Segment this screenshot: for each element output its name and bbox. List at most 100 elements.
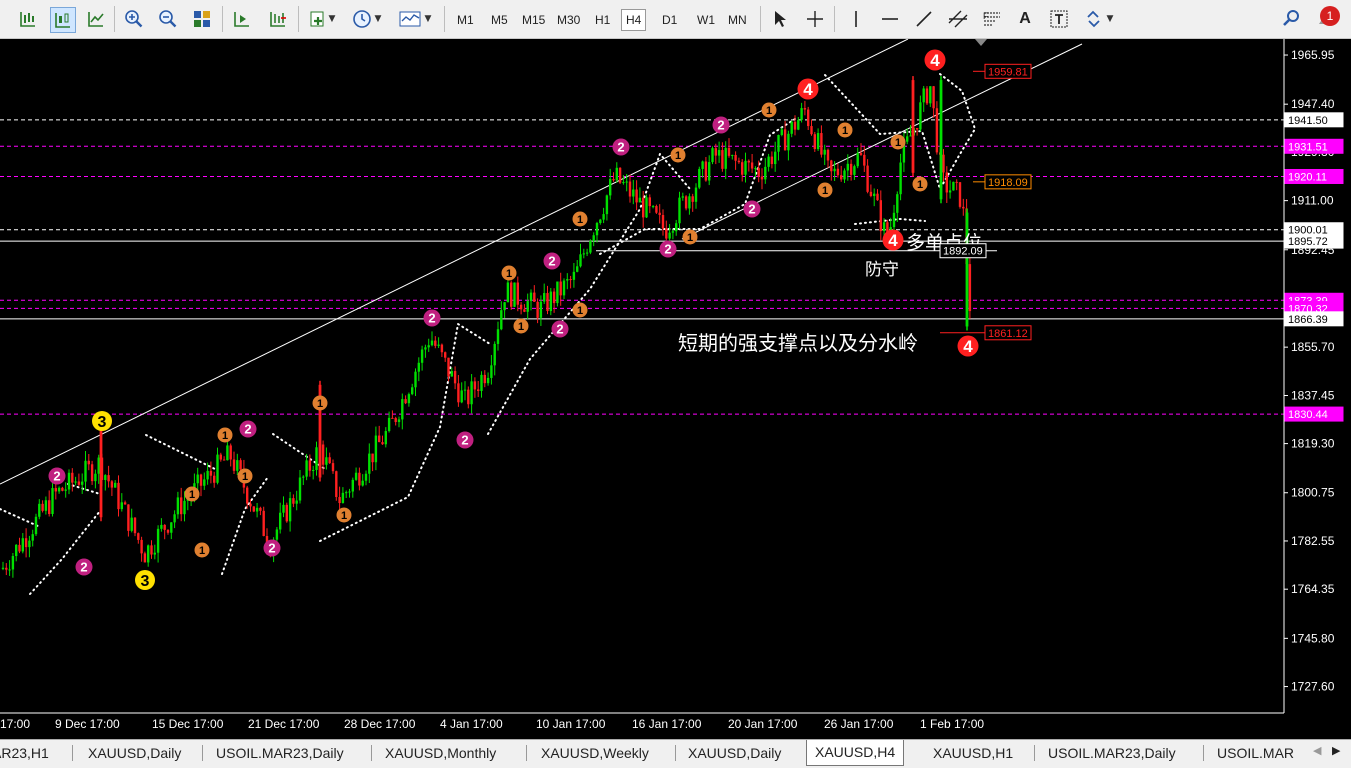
wave-count-marker[interactable]: 2 [239, 420, 257, 438]
wave-count-marker[interactable]: 2 [456, 431, 474, 449]
search-icon[interactable] [1279, 7, 1303, 31]
price-label[interactable]: 1861.12 [984, 325, 1032, 341]
text-label-icon[interactable] [1047, 7, 1071, 31]
tab-xauusd-daily-2[interactable]: XAUUSD,Daily [688, 742, 781, 764]
tab-usoil-partial[interactable]: USOIL.MAR [1217, 742, 1303, 764]
wave-marker-label: 1 [687, 232, 693, 244]
wave-count-marker[interactable]: 1 [837, 122, 853, 138]
tab-scroll-right-icon[interactable]: ▶ [1332, 744, 1340, 757]
price-chart[interactable]: 33222222222222111111111111111114444 多单点位… [0, 39, 1351, 739]
wave-count-marker[interactable]: 1 [761, 102, 777, 118]
wave-count-marker[interactable]: 1 [572, 211, 588, 227]
wave-count-marker[interactable]: 1 [682, 229, 698, 245]
tab-xauusd-h1[interactable]: XAUUSD,H1 [933, 742, 1013, 764]
price-axis-label: 1855.70 [1291, 340, 1335, 354]
support-annotation[interactable]: 短期的强支撑点以及分水岭 [678, 331, 918, 355]
fibonacci-icon[interactable]: F [980, 7, 1004, 31]
wave-count-marker[interactable]: 1 [513, 318, 529, 334]
wave-count-marker[interactable]: 3 [92, 411, 112, 431]
autoscroll-icon[interactable] [266, 7, 290, 31]
chevron-down-icon[interactable]: ▼ [422, 7, 434, 31]
crosshair-icon[interactable] [803, 7, 827, 31]
tab-xauusd-weekly[interactable]: XAUUSD,Weekly [541, 742, 649, 764]
templates-icon[interactable] [398, 7, 422, 31]
wave-count-marker[interactable]: 4 [957, 335, 979, 357]
wave-count-marker[interactable]: 2 [659, 240, 677, 258]
candle-body [793, 121, 797, 130]
timeframe-mn[interactable]: MN [728, 12, 747, 28]
price-label[interactable]: 1931.51 [1284, 138, 1344, 154]
wave-count-marker[interactable]: 1 [670, 147, 686, 163]
wave-count-marker[interactable]: 1 [184, 486, 200, 502]
wave-count-marker[interactable]: 2 [75, 558, 93, 576]
wave-count-marker[interactable]: 2 [612, 138, 630, 156]
wave-count-marker[interactable]: 2 [743, 200, 761, 218]
candle-body [170, 522, 173, 533]
cursor-arrow-icon[interactable] [768, 7, 792, 31]
text-tool-icon[interactable]: A [1013, 7, 1037, 31]
price-label[interactable]: 1895.72 [1284, 233, 1344, 249]
notification-badge[interactable]: 1 [1320, 6, 1340, 26]
zoom-out-icon[interactable] [156, 7, 180, 31]
wave-count-marker[interactable]: 4 [797, 78, 819, 100]
wave-count-marker[interactable]: 1 [312, 395, 328, 411]
tab-xauusd-h4[interactable]: XAUUSD,H4 [806, 740, 905, 766]
price-label[interactable]: 1941.50 [1284, 112, 1344, 128]
tab-usoil-daily[interactable]: USOIL.MAR23,Daily [216, 742, 344, 764]
tab-scroll-left-icon[interactable]: ◀ [1313, 744, 1321, 757]
price-label[interactable]: 1918.09 [984, 174, 1032, 190]
price-label[interactable]: 1830.44 [1284, 406, 1344, 422]
tab-xauusd-monthly[interactable]: XAUUSD,Monthly [385, 742, 496, 764]
chevron-down-icon[interactable]: ▼ [1104, 7, 1116, 31]
tile-windows-icon[interactable] [190, 7, 214, 31]
chart-shift-icon[interactable] [230, 7, 254, 31]
wave-count-marker[interactable]: 1 [890, 134, 906, 150]
timeframe-m15[interactable]: M15 [522, 12, 545, 28]
price-label[interactable]: 1959.81 [984, 63, 1032, 79]
candlestick-chart-icon[interactable] [50, 7, 76, 33]
price-label[interactable]: 1866.39 [1284, 311, 1344, 327]
periods-clock-icon[interactable] [350, 7, 374, 31]
chevron-down-icon[interactable]: ▼ [372, 7, 384, 31]
line-chart-icon[interactable] [84, 7, 108, 31]
wave-count-marker[interactable]: 1 [194, 542, 210, 558]
bar-chart-icon[interactable] [16, 7, 40, 31]
wave-count-marker[interactable]: 1 [217, 427, 233, 443]
wave-count-marker[interactable]: 1 [817, 182, 833, 198]
trendline-icon[interactable] [912, 7, 936, 31]
wave-count-marker[interactable]: 4 [924, 49, 946, 71]
wave-count-marker[interactable]: 3 [135, 570, 155, 590]
wave-count-marker[interactable]: 1 [501, 265, 517, 281]
defend-annotation[interactable]: 防守 [865, 260, 899, 280]
timeframe-h4[interactable]: H4 [621, 9, 647, 31]
wave-count-marker[interactable]: 2 [551, 320, 569, 338]
timeframe-m30[interactable]: M30 [557, 12, 580, 28]
wave-count-marker[interactable]: 1 [572, 302, 588, 318]
tab-xauusd-daily[interactable]: XAUUSD,Daily [88, 742, 181, 764]
candle-body [358, 472, 361, 486]
timeframe-m5[interactable]: M5 [491, 12, 508, 28]
price-label[interactable]: 1920.11 [1284, 168, 1344, 184]
timeframe-d1[interactable]: D1 [662, 12, 677, 28]
wave-count-marker[interactable]: 1 [237, 468, 253, 484]
horizontal-line-icon[interactable] [878, 7, 902, 31]
zoom-in-icon[interactable] [122, 7, 146, 31]
wave-count-marker[interactable]: 2 [712, 116, 730, 134]
tab-xauusd-h1-partial[interactable]: AR23,H1 [0, 742, 49, 764]
timeframe-w1[interactable]: W1 [697, 12, 715, 28]
wave-count-marker[interactable]: 1 [336, 507, 352, 523]
wave-count-marker[interactable]: 2 [543, 252, 561, 270]
wave-count-marker[interactable]: 4 [882, 229, 904, 251]
timeframe-m1[interactable]: M1 [457, 12, 474, 28]
vertical-line-icon[interactable] [844, 7, 868, 31]
price-label[interactable]: 1892.09 [939, 243, 987, 259]
chevron-down-icon[interactable]: ▼ [326, 7, 338, 31]
tab-usoil-daily-2[interactable]: USOIL.MAR23,Daily [1048, 742, 1176, 764]
equidistant-channel-icon[interactable] [946, 7, 970, 31]
timeframe-h1[interactable]: H1 [595, 12, 610, 28]
wave-count-marker[interactable]: 2 [423, 309, 441, 327]
wave-count-marker[interactable]: 2 [48, 467, 66, 485]
wave-count-marker[interactable]: 1 [912, 176, 928, 192]
wave-count-marker[interactable]: 2 [263, 539, 281, 557]
chart-shift-marker[interactable] [975, 39, 987, 46]
